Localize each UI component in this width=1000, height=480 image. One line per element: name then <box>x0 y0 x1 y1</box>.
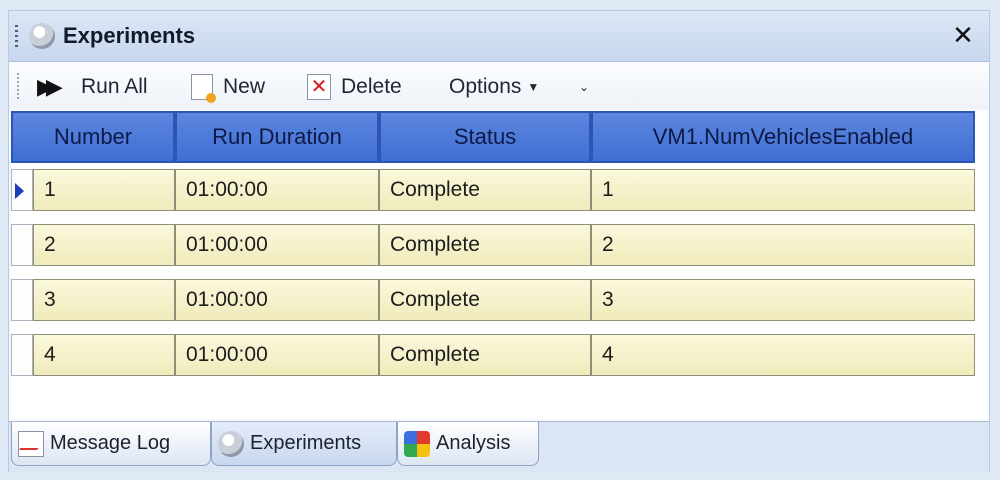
current-row-arrow-icon <box>15 183 24 199</box>
tab-label: Experiments <box>250 432 362 454</box>
column-header-run-duration[interactable]: Run Duration <box>175 111 379 163</box>
window-title: Experiments <box>63 23 196 48</box>
drag-grip-icon[interactable] <box>15 25 18 49</box>
cell-status[interactable]: Complete <box>379 279 591 321</box>
grid-header-row: Number Run Duration Status VM1.NumVehicl… <box>11 111 975 163</box>
toolbar-overflow-button[interactable]: ⌄ <box>579 71 589 103</box>
cell-run-duration[interactable]: 01:00:00 <box>175 169 379 211</box>
new-button[interactable]: New <box>191 71 265 103</box>
run-all-label: Run All <box>81 75 148 98</box>
new-label: New <box>223 75 266 98</box>
fast-forward-icon: ▶▶ <box>37 74 63 99</box>
cell-status[interactable]: Complete <box>379 169 591 211</box>
chevron-down-icon: ▼ <box>527 80 540 94</box>
table-row[interactable]: 4 01:00:00 Complete 4 <box>11 334 975 376</box>
title-bar: Experiments ✕ <box>9 11 989 62</box>
row-selector[interactable] <box>11 279 33 321</box>
cell-number[interactable]: 3 <box>33 279 175 321</box>
row-selector[interactable] <box>11 169 33 211</box>
options-label: Options <box>449 75 522 98</box>
cell-vehicles-enabled[interactable]: 2 <box>591 224 975 266</box>
column-header-status[interactable]: Status <box>379 111 591 163</box>
row-selector[interactable] <box>11 334 33 376</box>
tab-label: Analysis <box>436 432 511 454</box>
delete-label: Delete <box>341 75 402 98</box>
bottom-tab-bar: Message Log Experiments Analysis <box>9 421 989 472</box>
cell-vehicles-enabled[interactable]: 3 <box>591 279 975 321</box>
cell-number[interactable]: 2 <box>33 224 175 266</box>
new-document-icon <box>191 74 216 103</box>
cell-status[interactable]: Complete <box>379 224 591 266</box>
tab-analysis[interactable]: Analysis <box>397 422 539 466</box>
row-selector[interactable] <box>11 224 33 266</box>
grid-rows: 1 01:00:00 Complete 1 2 01:00:00 Complet… <box>11 169 975 389</box>
cell-vehicles-enabled[interactable]: 4 <box>591 334 975 376</box>
experiments-grid: Number Run Duration Status VM1.NumVehicl… <box>11 111 987 419</box>
experiments-window: Experiments ✕ ▶▶ Run All New ✕ Delete Op… <box>8 10 990 472</box>
run-all-button[interactable]: ▶▶ Run All <box>37 71 148 103</box>
tab-experiments[interactable]: Experiments <box>211 422 397 466</box>
delete-button[interactable]: ✕ Delete <box>307 71 402 103</box>
toolbar-grip-icon[interactable] <box>17 73 19 101</box>
cell-vehicles-enabled[interactable]: 1 <box>591 169 975 211</box>
table-row[interactable]: 3 01:00:00 Complete 3 <box>11 279 975 321</box>
toolbar: ▶▶ Run All New ✕ Delete Options ▼ ⌄ <box>9 63 989 109</box>
experiments-gear-icon <box>29 23 55 49</box>
column-header-number[interactable]: Number <box>11 111 175 163</box>
table-row[interactable]: 1 01:00:00 Complete 1 <box>11 169 975 211</box>
options-dropdown[interactable]: Options ▼ <box>449 71 539 103</box>
close-button[interactable]: ✕ <box>949 21 977 49</box>
cell-status[interactable]: Complete <box>379 334 591 376</box>
cell-number[interactable]: 4 <box>33 334 175 376</box>
overflow-chevron-icon: ⌄ <box>579 80 590 94</box>
table-row[interactable]: 2 01:00:00 Complete 2 <box>11 224 975 266</box>
delete-x-icon: ✕ <box>307 74 331 100</box>
analysis-icon <box>404 430 430 457</box>
column-header-vehicles-enabled[interactable]: VM1.NumVehiclesEnabled <box>591 111 975 163</box>
cell-run-duration[interactable]: 01:00:00 <box>175 279 379 321</box>
cell-run-duration[interactable]: 01:00:00 <box>175 224 379 266</box>
experiments-icon <box>218 430 244 457</box>
message-log-icon <box>18 430 44 457</box>
tab-label: Message Log <box>50 432 171 454</box>
tab-message-log[interactable]: Message Log <box>11 422 211 466</box>
cell-number[interactable]: 1 <box>33 169 175 211</box>
cell-run-duration[interactable]: 01:00:00 <box>175 334 379 376</box>
